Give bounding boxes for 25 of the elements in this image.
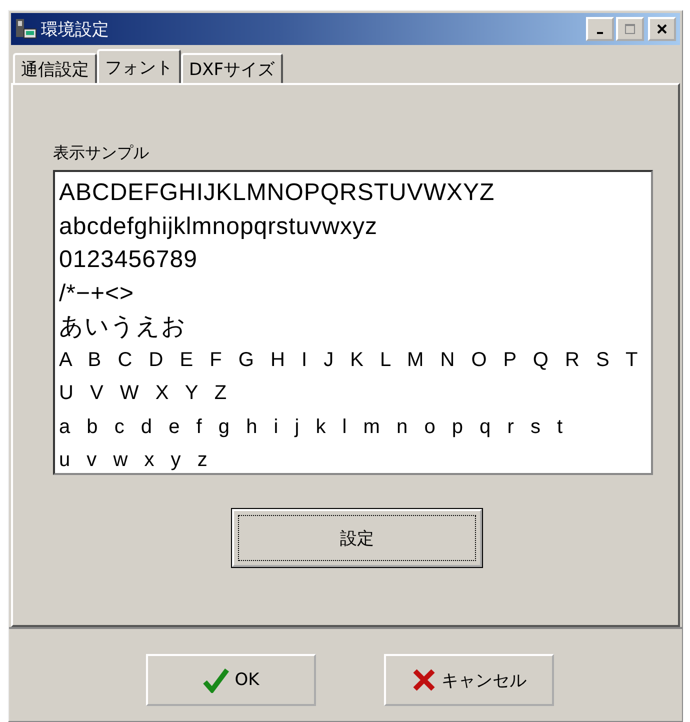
- checkmark-icon: [202, 667, 229, 693]
- tab[interactable]: フォント: [97, 49, 181, 83]
- computer-icon: [15, 18, 37, 40]
- sample-label: 表示サンプル: [53, 143, 150, 164]
- close-button[interactable]: [648, 17, 676, 41]
- minimize-icon: [597, 32, 603, 34]
- minimize-button[interactable]: [586, 17, 614, 41]
- sample-text: ABCDEFGHIJKLMNOPQRSTUVWXYZ: [59, 178, 496, 208]
- window-title: 環境設定: [41, 18, 109, 40]
- sample-text: a b c d e f g h i j k l m n o p q r s t: [59, 414, 564, 440]
- tab[interactable]: 通信設定: [13, 53, 97, 83]
- sample-text: /*−+<>: [59, 278, 136, 308]
- close-icon: [657, 24, 667, 34]
- sample-text: u v w x y z: [59, 448, 208, 473]
- sample-text: A B C D E F G H I J K L M N O P Q R S T: [59, 348, 639, 372]
- sample-text: abcdefghijklmnopqrstuvwxyz: [59, 212, 378, 242]
- set-button[interactable]: 設定: [232, 509, 482, 567]
- cancel-button[interactable]: キャンセル: [384, 654, 554, 706]
- ok-button[interactable]: OK: [146, 654, 316, 706]
- sample-text: U V W X Y Z: [59, 381, 228, 406]
- sample-text: 0123456789: [59, 245, 198, 275]
- x-icon: [412, 668, 436, 692]
- tab[interactable]: DXFサイズ: [181, 53, 283, 83]
- maximize-icon: [625, 24, 635, 34]
- sample-text: あいうえお: [59, 312, 188, 342]
